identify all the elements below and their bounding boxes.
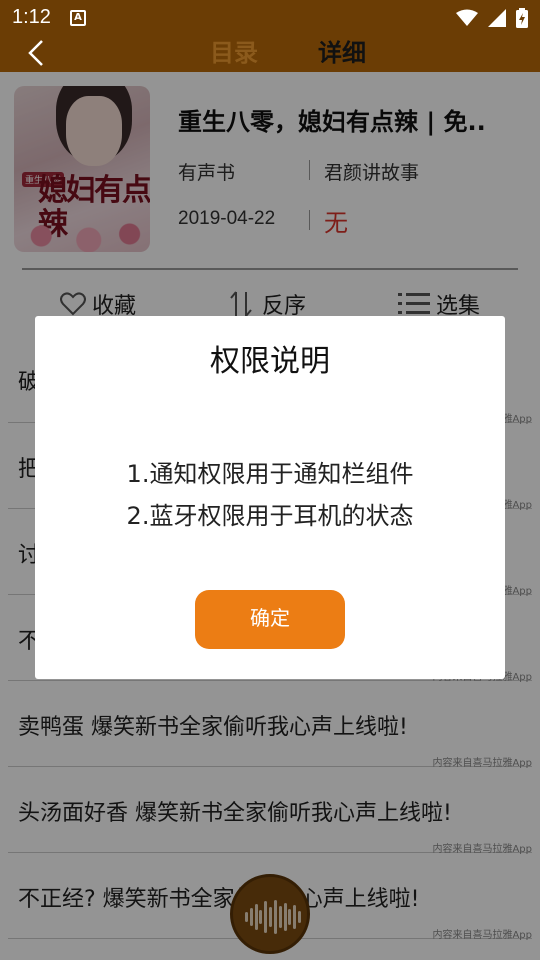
status-bar: 1:12 A [0,0,540,36]
permission-dialog: 权限说明 1.通知权限用于通知栏组件 2.蓝牙权限用于耳机的状态 确定 [35,316,505,679]
title-bar: 目录 详细 [0,36,540,72]
wifi-icon [456,9,478,26]
signal-icon [488,9,506,27]
battery-icon [516,8,528,28]
notification-icon: A [70,10,86,26]
dialog-text-bluetooth: 2.蓝牙权限用于耳机的状态 [126,502,414,530]
tab-catalog[interactable]: 目录 [210,36,258,70]
tab-detail[interactable]: 详细 [318,36,366,70]
dialog-title: 权限说明 [210,344,330,379]
status-icons [456,8,528,28]
dialog-text-notification: 1.通知权限用于通知栏组件 [126,460,414,488]
back-arrow-icon[interactable] [22,38,52,68]
status-time: 1:12 [12,6,51,28]
confirm-button[interactable]: 确定 [195,590,345,649]
